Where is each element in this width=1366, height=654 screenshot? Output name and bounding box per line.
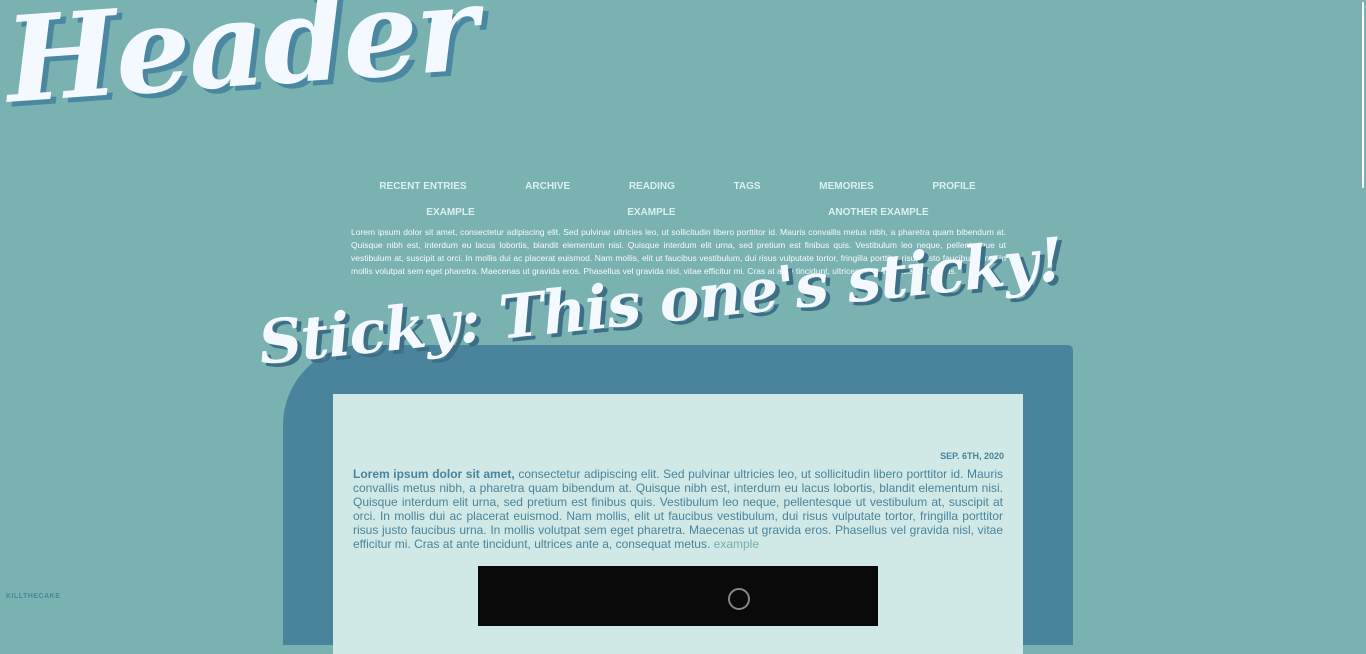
nav-another-example[interactable]: Another Example [828, 207, 929, 218]
entry-date: Sep. 6th, 2020 [940, 451, 1004, 461]
theme-credit-link[interactable]: KILLTHECAKE [6, 593, 60, 600]
image-detail [728, 588, 750, 610]
nav-recent-entries[interactable]: Recent Entries [379, 181, 466, 192]
nav-reading[interactable]: Reading [629, 181, 675, 192]
secondary-nav: Example Example Another Example [350, 207, 1005, 218]
nav-memories[interactable]: Memories [819, 181, 873, 192]
nav-tags[interactable]: Tags [734, 181, 761, 192]
nav-example-2[interactable]: Example [627, 207, 675, 218]
page-scrollbar[interactable] [1360, 0, 1366, 606]
entry-body: Lorem ipsum dolor sit amet, consectetur … [353, 467, 1003, 551]
nav-profile[interactable]: Profile [932, 181, 975, 192]
nav-archive[interactable]: Archive [525, 181, 570, 192]
nav-example-1[interactable]: Example [426, 207, 474, 218]
entry-lead: Lorem ipsum dolor sit amet, [353, 467, 515, 481]
entry-image [478, 566, 878, 626]
primary-nav: Recent Entries Archive Reading Tags Memo… [350, 181, 1005, 192]
scrollbar-thumb[interactable] [1362, 2, 1364, 188]
entry-example-link[interactable]: example [714, 537, 759, 551]
site-header-title: Header [1, 0, 481, 130]
